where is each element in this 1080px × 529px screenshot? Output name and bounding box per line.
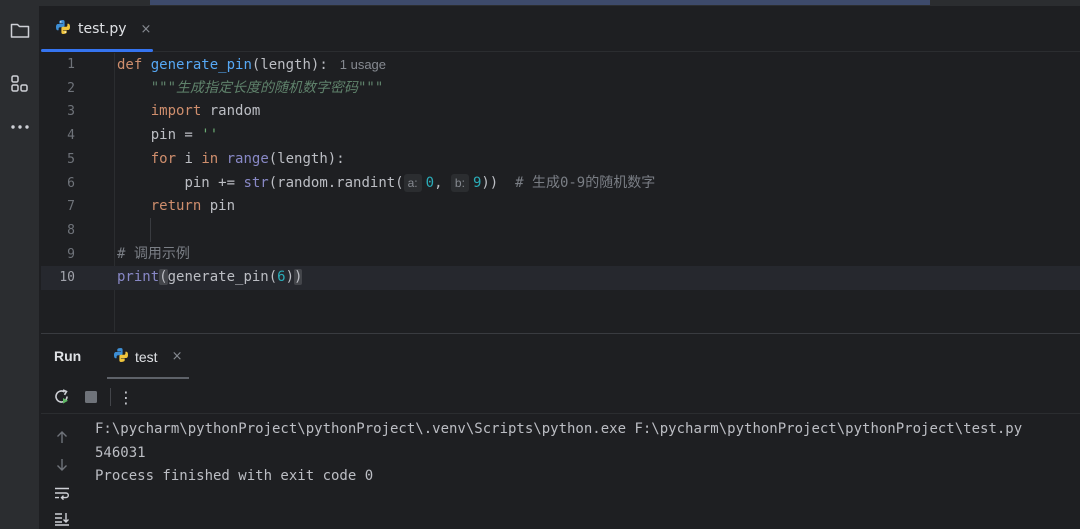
stop-icon[interactable]	[79, 385, 103, 409]
console-line: 546031	[95, 444, 146, 461]
run-toolbar: ⋮	[41, 380, 1080, 414]
line-number: 1	[67, 57, 75, 72]
run-tab-indicator	[107, 377, 189, 379]
line-number: 2	[67, 80, 75, 96]
run-header: Run test ×	[41, 334, 1080, 379]
console-line: F:\pycharm\pythonProject\pythonProject\.…	[95, 421, 1023, 437]
tab-label: test.py	[78, 21, 127, 37]
project-folder-icon[interactable]	[6, 16, 34, 44]
run-tab-label: test	[135, 348, 158, 365]
scroll-down-icon[interactable]	[50, 454, 74, 476]
code-line: 9 # 调用示例	[41, 243, 1080, 267]
tab-close-icon[interactable]: ×	[141, 22, 152, 37]
more-tools-icon[interactable]	[6, 113, 34, 141]
code-line: 4 pin = ''	[41, 124, 1080, 148]
line-number: 5	[67, 151, 75, 167]
code-text: return pin	[150, 198, 236, 215]
code-line: 2 """生成指定长度的随机数字密码"""	[41, 77, 1080, 101]
scroll-up-icon[interactable]	[50, 426, 74, 448]
code-text: def generate_pin(length): 1 usage	[117, 57, 387, 73]
code-text: pin = ''	[150, 127, 219, 144]
soft-wrap-icon[interactable]	[50, 482, 74, 504]
tab-test-py[interactable]: test.py ×	[41, 6, 153, 52]
line-number: 7	[67, 199, 75, 215]
activity-bar	[0, 6, 40, 529]
code-line: 6 pin += str(random.randint(a: 0, b: 9)) #…	[41, 172, 1080, 196]
code-line: 3 import random	[41, 100, 1080, 124]
param-hint-b: b:	[450, 173, 469, 192]
active-tab-indicator	[41, 49, 153, 52]
code-text: for i in range(length):	[150, 150, 345, 167]
code-text: import random	[150, 103, 261, 120]
line-number: 9	[67, 246, 75, 262]
run-panel: Run test × ⋮ F:\pycharm\pythonProject\py…	[41, 333, 1080, 529]
structure-icon[interactable]	[6, 70, 34, 98]
param-hint-a: a:	[403, 173, 422, 192]
current-code-line: 10 print(generate_pin(6))	[41, 266, 1080, 290]
console-output[interactable]: F:\pycharm\pythonProject\pythonProject\.…	[95, 418, 1022, 489]
more-options-icon[interactable]: ⋮	[114, 385, 138, 409]
run-panel-title: Run	[54, 348, 82, 364]
scroll-to-end-icon[interactable]	[50, 508, 74, 529]
code-text: print(generate_pin(6))	[117, 269, 303, 286]
usage-hint[interactable]: 1 usage	[340, 57, 386, 72]
code-text: pin += str(random.randint(a: 0, b: 9)) # 生…	[184, 173, 656, 192]
code-area[interactable]: 1 def generate_pin(length): 1 usage 2 """…	[41, 53, 1080, 332]
editor-tab-bar: test.py ×	[41, 6, 1080, 52]
rerun-icon[interactable]	[50, 385, 74, 409]
code-text: # 调用示例	[117, 245, 190, 262]
code-text: """生成指定长度的随机数字密码"""	[150, 79, 384, 96]
editor-pane: test.py × 1 def generate_pin(length): 1 u…	[41, 6, 1080, 332]
python-file-icon	[55, 19, 71, 39]
line-number: 8	[67, 222, 75, 238]
code-line: 1 def generate_pin(length): 1 usage	[41, 53, 1080, 77]
code-line: 8	[41, 219, 1080, 243]
line-number: 10	[59, 270, 75, 286]
run-tab-close-icon[interactable]: ×	[172, 349, 183, 364]
toolbar-separator	[110, 388, 111, 406]
console-line: Process finished with exit code 0	[95, 468, 374, 485]
line-number: 3	[67, 104, 75, 120]
code-line: 7 return pin	[41, 195, 1080, 219]
run-tab-test[interactable]: test ×	[107, 334, 189, 379]
title-accent	[150, 0, 930, 5]
python-run-icon	[113, 347, 129, 367]
line-number: 4	[67, 128, 75, 144]
line-number: 6	[67, 175, 75, 191]
code-line: 5 for i in range(length):	[41, 148, 1080, 172]
